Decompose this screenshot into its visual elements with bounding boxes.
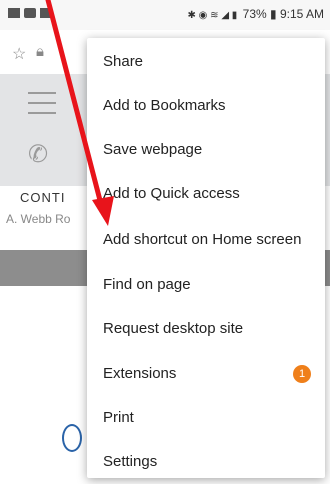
status-right: ✱ ◉ ≋ ◢ ▮ 73% ▮ 9:15 AM [188, 7, 325, 21]
battery-icon: ▮ [270, 7, 277, 21]
message-icon [24, 8, 36, 18]
menu-item-label: Settings [103, 453, 158, 470]
circle-outline-icon [62, 424, 82, 452]
menu-item-add-to-quick-access[interactable]: Add to Quick access [87, 172, 325, 216]
menu-item-add-shortcut-home-screen[interactable]: Add shortcut on Home screen [87, 218, 325, 262]
menu-item-label: Print [103, 409, 134, 426]
menu-item-add-to-bookmarks[interactable]: Add to Bookmarks [87, 84, 325, 128]
star-icon[interactable]: ☆ [12, 44, 26, 64]
contact-address: A. Webb Ro [6, 212, 71, 226]
menu-item-label: Request desktop site [103, 320, 244, 337]
menu-item-find-on-page[interactable]: Find on page [87, 263, 325, 307]
menu-item-print[interactable]: Print [87, 396, 325, 440]
menu-item-label: Save webpage [103, 141, 203, 158]
overflow-menu: Share Add to Bookmarks Save webpage Add … [87, 38, 325, 478]
menu-item-label: Add to Quick access [103, 185, 240, 202]
menu-item-label: Add to Bookmarks [103, 97, 226, 114]
menu-item-share[interactable]: Share [87, 40, 325, 84]
status-bar: ✱ ◉ ≋ ◢ ▮ 73% ▮ 9:15 AM [0, 0, 330, 30]
mail-icon [8, 8, 20, 18]
menu-item-save-webpage[interactable]: Save webpage [87, 128, 325, 172]
menu-item-label: Share [103, 53, 144, 70]
battery-level: 73% [242, 7, 267, 21]
extensions-badge: 1 [293, 365, 311, 383]
status-glyphs: ✱ ◉ ≋ ◢ ▮ [187, 10, 238, 21]
contact-title: CONTI [20, 190, 66, 205]
menu-item-settings[interactable]: Settings [87, 440, 325, 484]
menu-item-label: Add shortcut on Home screen [103, 231, 302, 248]
clock: 9:15 AM [279, 7, 324, 21]
menu-item-extensions[interactable]: Extensions 1 [87, 352, 325, 396]
hamburger-icon[interactable] [28, 92, 56, 122]
image-icon [40, 8, 52, 18]
menu-item-request-desktop-site[interactable]: Request desktop site [87, 307, 325, 351]
menu-item-label: Extensions [103, 365, 177, 382]
menu-item-label: Find on page [103, 276, 191, 293]
phone-icon[interactable]: ✆ [28, 140, 48, 169]
lock-icon: 🔒︎ [36, 43, 44, 60]
